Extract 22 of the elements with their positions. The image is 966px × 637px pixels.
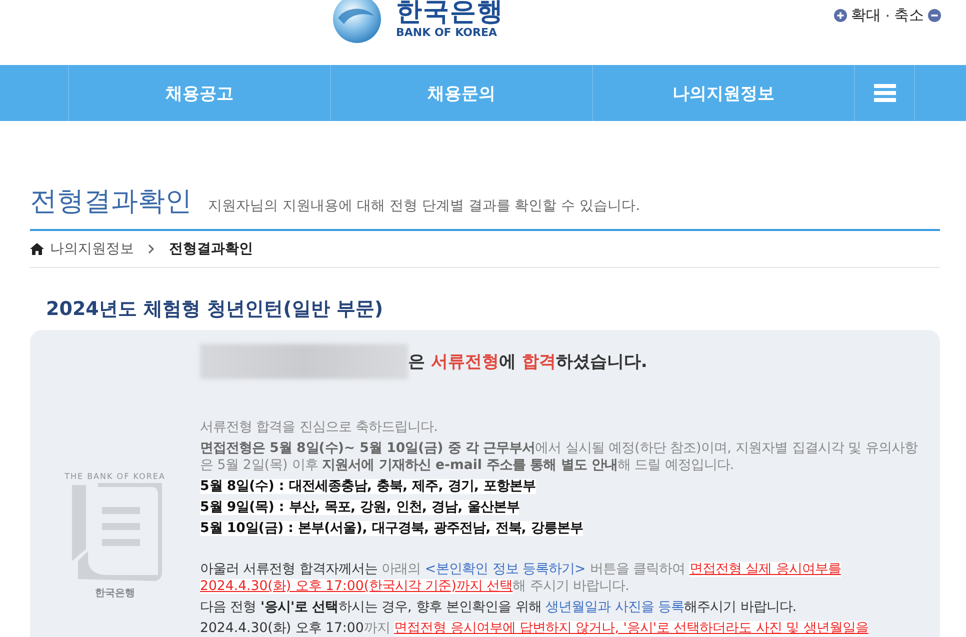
notice-text: 면접전형은 5월 8일(수)~ 5월 10일(금) 중 각 근무부서에서 실시될 예정(하단 참조)이며, 지원자별 집결시각 및 유의사항은 5월 2일(목) 이후 지원서에 기재하신 e-mail 주소를 통해 별도 안내해 드릴 예정입니다. — [200, 440, 919, 474]
separator: · — [885, 6, 890, 24]
page-title: 전형결과확인 — [30, 185, 192, 219]
logo-icon — [332, 0, 382, 44]
notice-text: 2024.4.30(화) 오후 17:00까지 면접전형 응시여부에 답변하지 않거나, '응시'로 선택하더라도 사진 및 생년월일을 — [200, 620, 870, 637]
breadcrumb-link[interactable]: 전형결과확인 — [169, 240, 253, 258]
zoom-in-button[interactable]: 확대 — [834, 6, 882, 25]
menu-icon — [874, 84, 896, 102]
bank-emblem-drawing: THE BANK OF KOREA 한국은행 — [64, 471, 166, 601]
notice-text: 다음 전형 '응시'로 선택하시는 경우, 향후 본인확인을 위해 생년월일과 사진을 등록해주시기 바랍니다. — [200, 599, 798, 616]
zoom-out-button[interactable]: 축소 — [894, 6, 941, 25]
bank-logo[interactable]: 한국은행 BANK OF KOREA — [332, 0, 504, 65]
section-title: 2024년도 체험형 청년인턴(일반 부문) — [46, 297, 384, 322]
page-subtitle: 지원자님의 지원내용에 대해 전형 단계별 결과를 확인할 수 있습니다. — [208, 197, 640, 215]
notice-text: 아울러 서류전형 합격자께서는 아래의 <본인확인 정보 등록하기> 버튼을 클릭하여 면접전형 실제 응시여부를 2024.4.30(화) 오후 17:00(한국시각 기준)까지 선택해 주시기 바랍니다. — [200, 561, 842, 595]
home-icon — [30, 243, 44, 255]
plus-icon — [834, 9, 848, 22]
result-headline: 은 서류전형에 합격하셨습니다. — [408, 351, 648, 373]
minus-icon — [928, 9, 941, 22]
chevron-icon — [148, 244, 155, 254]
breadcrumb-link[interactable]: 나의지원정보 — [50, 240, 134, 258]
notice-text: 서류전형 합격을 진심으로 축하드립니다. — [200, 419, 439, 436]
